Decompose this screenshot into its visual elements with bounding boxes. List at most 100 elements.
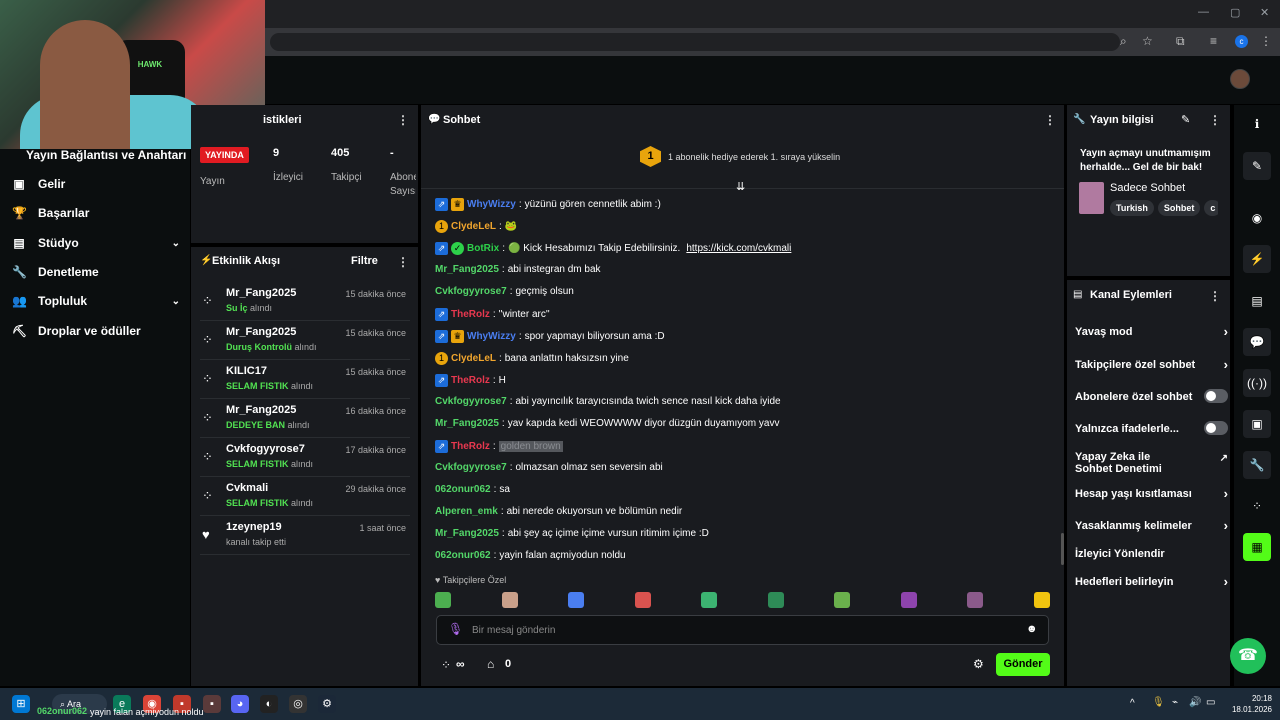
chat-message[interactable]: ⇗ ✓ BotRix: 🟢 Kick Hesabımızı Takip Edebili…: [435, 242, 791, 255]
points-icon[interactable]: ⁘: [441, 658, 451, 672]
toggle-switch[interactable]: [1204, 389, 1228, 403]
emote-icon[interactable]: [634, 592, 651, 608]
store-icon[interactable]: ⌂: [487, 657, 494, 671]
emote-icon[interactable]: [834, 592, 851, 608]
emoji-icon[interactable]: ☻: [1026, 623, 1038, 635]
chat-username[interactable]: Alperen_emk: [435, 506, 498, 517]
activity-user[interactable]: 1zeynep19: [226, 521, 282, 533]
close-icon[interactable]: ✕: [1260, 6, 1269, 19]
emote-icon[interactable]: [967, 592, 984, 608]
camera-icon[interactable]: ◉: [1243, 204, 1271, 232]
address-bar[interactable]: [270, 33, 1120, 51]
chat-username[interactable]: TheRolz: [451, 309, 490, 320]
chat-username[interactable]: 062onur062: [435, 484, 491, 495]
activity-user[interactable]: Mr_Fang2025: [226, 404, 296, 416]
chat-message[interactable]: 1 ClydeLeL: bana anlattın haksızsın yine: [435, 352, 629, 365]
activity-user[interactable]: KILIC17: [226, 365, 267, 377]
stream-key-link[interactable]: Yayın Bağlantısı ve Anahtarı: [26, 148, 186, 162]
chat-message[interactable]: ⇗ TheRolz: golden brown: [435, 440, 563, 453]
chat-username[interactable]: WhyWizzy: [467, 199, 516, 210]
avatar[interactable]: [1230, 69, 1250, 89]
tag[interactable]: Turkish: [1110, 200, 1154, 216]
pencil-icon[interactable]: ✎: [1243, 152, 1271, 180]
activity-item[interactable]: ♥ 1zeynep19 1 saat önce kanalı takip etti: [200, 517, 410, 555]
volume-icon[interactable]: 🔊: [1189, 697, 1201, 708]
emote-icon[interactable]: [767, 592, 784, 608]
chat-username[interactable]: Cvkfogyyrose7: [435, 396, 507, 407]
pinned-banner[interactable]: 1 abonelik hediye ederek 1. sıraya yükse…: [668, 152, 840, 162]
chat-message[interactable]: Alperen_emk: abi nerede okuyorsun ve bölü…: [435, 506, 682, 517]
sidebar-item-basarilar[interactable]: 🏆 Başarılar: [12, 206, 180, 220]
chat-message[interactable]: 1 ClydeLeL: 🐸: [435, 220, 517, 233]
channel-action-item[interactable]: Hesap yaşı kısıtlaması ›: [1075, 486, 1228, 501]
gear-icon[interactable]: ⚙: [973, 657, 984, 671]
menu-icon[interactable]: ⋮: [1260, 34, 1272, 48]
kick-icon[interactable]: ▦: [1243, 533, 1271, 561]
chat-message[interactable]: ⇗ TheRolz: H: [435, 374, 506, 387]
support-icon[interactable]: ☎: [1230, 638, 1266, 674]
send-button[interactable]: Gönder: [996, 653, 1050, 676]
toggle-switch[interactable]: [1204, 421, 1228, 435]
community-icon[interactable]: ⁘: [1243, 492, 1271, 520]
network-icon[interactable]: ⌁: [1172, 697, 1178, 708]
activity-user[interactable]: Cvkfogyyrose7: [226, 443, 305, 455]
activity-item[interactable]: ⁘ Cvkfogyyrose7 17 dakika önce SELAM FISTIK…: [200, 439, 410, 477]
mic-icon[interactable]: 🎙: [1152, 697, 1165, 708]
emote-icon[interactable]: [568, 592, 585, 608]
sidebar-item-topluluk[interactable]: 👥 Topluluk ⌄: [12, 294, 180, 308]
chat-username[interactable]: ClydeLeL: [451, 353, 496, 364]
activity-item[interactable]: ⁘ Mr_Fang2025 16 dakika önce DEDEYE BAN alı…: [200, 400, 410, 438]
mic-icon[interactable]: 🎙: [448, 622, 463, 636]
info-icon[interactable]: ℹ: [1243, 110, 1271, 138]
chat-message[interactable]: ⇗ ♛ WhyWizzy: yüzünü gören cennetlik abim :…: [435, 198, 661, 211]
chat-username[interactable]: 062onur062: [435, 550, 491, 561]
tag[interactable]: c: [1204, 200, 1218, 216]
chat-message[interactable]: Mr_Fang2025: abi şey aç içime içime vursu…: [435, 528, 709, 539]
more-icon[interactable]: ⋮: [1209, 113, 1221, 127]
pencil-icon[interactable]: ✎: [1181, 113, 1190, 126]
chat-username[interactable]: WhyWizzy: [467, 331, 516, 342]
channel-action-item[interactable]: Yasaklanmış kelimeler ›: [1075, 518, 1228, 533]
wrench-icon[interactable]: 🔧: [1243, 451, 1271, 479]
star-icon[interactable]: ☆: [1142, 34, 1153, 48]
channel-action-item[interactable]: Hedefleri belirleyin ›: [1075, 574, 1228, 589]
channel-action-item[interactable]: İzleyici Yönlendir: [1075, 548, 1225, 560]
broadcast-icon[interactable]: ((·)): [1243, 369, 1271, 397]
chat-username[interactable]: Cvkfogyyrose7: [435, 286, 507, 297]
chat-message[interactable]: 062onur062: sa: [435, 484, 510, 495]
filter-button[interactable]: Filtre: [351, 255, 378, 267]
sidebar-item-denetleme[interactable]: 🔧 Denetleme: [12, 265, 180, 279]
emote-icon[interactable]: [435, 592, 451, 608]
scroll-to-pinned-icon[interactable]: ⇊: [736, 180, 745, 193]
activity-user[interactable]: Mr_Fang2025: [226, 326, 296, 338]
extensions-icon[interactable]: ⧉: [1176, 34, 1185, 49]
chat-username[interactable]: Mr_Fang2025: [435, 528, 499, 539]
channel-action-item[interactable]: Yavaş mod ›: [1075, 324, 1228, 339]
channel-action-item[interactable]: Takipçilere özel sohbet ›: [1075, 357, 1228, 372]
zoom-icon[interactable]: ⌕: [1120, 34, 1127, 49]
chat-message[interactable]: ⇗ ♛ WhyWizzy: spor yapmayı biliyorsun ama :…: [435, 330, 665, 343]
chat-scrollbar[interactable]: [1061, 533, 1064, 565]
chat-link[interactable]: https://kick.com/cvkmali: [686, 243, 791, 254]
more-icon[interactable]: ⋮: [397, 255, 409, 269]
chat-icon[interactable]: 💬: [1243, 328, 1271, 356]
activity-user[interactable]: Mr_Fang2025: [226, 287, 296, 299]
chat-username[interactable]: Mr_Fang2025: [435, 418, 499, 429]
chat-username[interactable]: TheRolz: [451, 441, 490, 452]
chat-message[interactable]: Mr_Fang2025: abi instegran dm bak: [435, 264, 601, 275]
more-icon[interactable]: ⋮: [397, 113, 409, 127]
app-icon[interactable]: ◐: [260, 695, 278, 713]
chat-username[interactable]: ClydeLeL: [451, 221, 496, 232]
steam-icon[interactable]: ⚙: [318, 695, 336, 713]
dashboard-icon[interactable]: ▣: [1243, 410, 1271, 438]
emote-icon[interactable]: [1033, 592, 1050, 608]
chat-username[interactable]: Mr_Fang2025: [435, 264, 499, 275]
chat-message[interactable]: Mr_Fang2025: yav kapıda kedi WEOWWWW diyo…: [435, 418, 779, 429]
chat-message[interactable]: 062onur062: yayin falan açmiyodun noldu: [435, 550, 626, 561]
activity-item[interactable]: ⁘ Cvkmali 29 dakika önce SELAM FISTIK alınd…: [200, 478, 410, 516]
activity-item[interactable]: ⁘ Mr_Fang2025 15 dakika önce Duruş Kontrolü…: [200, 322, 410, 360]
windows-start-icon[interactable]: ⊞: [12, 695, 30, 713]
minimize-icon[interactable]: —: [1198, 6, 1209, 18]
discord-icon[interactable]: ◕: [231, 695, 249, 713]
battery-icon[interactable]: ▭: [1206, 697, 1215, 708]
